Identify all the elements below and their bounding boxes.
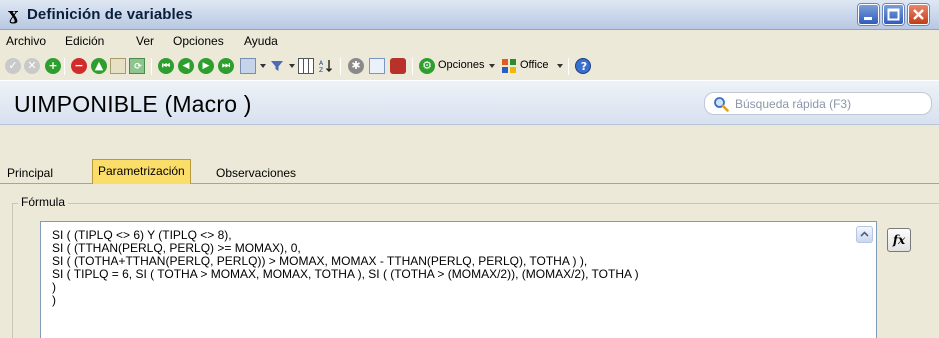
filter-icon[interactable]: [269, 58, 285, 74]
tab-principal[interactable]: Principal: [2, 162, 58, 184]
sort-icon[interactable]: AZ: [318, 58, 334, 74]
search-records-icon[interactable]: [240, 58, 256, 74]
options-icon[interactable]: ⚙: [419, 58, 435, 74]
tab-label: Parametrización: [98, 164, 185, 178]
minimize-button[interactable]: [858, 4, 879, 25]
delete-icon[interactable]: −: [71, 58, 87, 74]
search-placeholder: Búsqueda rápida (F3): [735, 97, 852, 111]
tab-bar: Principal Parametrización Observaciones: [0, 158, 939, 184]
columns-icon[interactable]: [298, 58, 314, 74]
svg-text:Z: Z: [319, 67, 323, 74]
toolbar-separator: [64, 58, 65, 75]
accept-icon[interactable]: ✓: [5, 58, 21, 74]
help-icon[interactable]: ?: [575, 58, 591, 74]
formula-legend: Fórmula: [18, 195, 69, 209]
chevron-down-icon[interactable]: [260, 64, 266, 68]
toolbar-separator: [568, 58, 569, 75]
tools-icon[interactable]: ✱: [348, 58, 364, 74]
preview-icon[interactable]: [369, 58, 385, 74]
menu-opciones[interactable]: Opciones: [173, 34, 224, 48]
formula-editor[interactable]: SI ( (TIPLQ <> 6) Y (TIPLQ <> 8), SI ( (…: [40, 221, 877, 338]
maximize-icon: [887, 8, 900, 21]
window-title: Definición de variables: [27, 6, 193, 23]
refresh-icon[interactable]: ⟳: [129, 58, 145, 74]
variable-icon: ɣ: [8, 5, 19, 25]
up-icon[interactable]: ▲: [91, 58, 107, 74]
chevron-down-icon[interactable]: [489, 64, 495, 68]
cancel-icon[interactable]: ✕: [24, 58, 40, 74]
toolbar-separator: [412, 58, 413, 75]
menu-archivo[interactable]: Archivo: [6, 34, 46, 48]
print-icon[interactable]: [390, 58, 406, 74]
toolbar: ✓ ✕ + − ▲ ⟳ ⏮ ◀ ▶ ⏭ AZ ✱ ⚙ Opciones Offi…: [0, 50, 939, 80]
next-icon[interactable]: ▶: [198, 58, 214, 74]
chevron-up-icon: [860, 231, 869, 237]
first-icon[interactable]: ⏮: [158, 58, 174, 74]
tab-label: Principal: [7, 166, 54, 180]
formula-function-button[interactable]: fx: [887, 228, 911, 252]
menu-ayuda[interactable]: Ayuda: [244, 34, 278, 48]
scroll-up-button[interactable]: [856, 226, 873, 243]
title-bar: ɣ Definición de variables: [0, 0, 939, 30]
notes-icon[interactable]: [110, 58, 126, 74]
close-button[interactable]: [908, 4, 929, 25]
tab-label: Observaciones: [216, 166, 297, 180]
minimize-icon: [864, 17, 872, 20]
tab-parametrizacion[interactable]: Parametrización: [92, 159, 191, 184]
maximize-button[interactable]: [883, 4, 904, 25]
toolbar-separator: [151, 58, 152, 75]
menu-ver[interactable]: Ver: [136, 34, 154, 48]
opciones-button[interactable]: Opciones: [438, 59, 484, 71]
menu-bar: Archivo Edición Ver Opciones Ayuda: [0, 30, 939, 50]
menu-edicion[interactable]: Edición: [65, 34, 104, 48]
office-icon[interactable]: [501, 58, 517, 74]
formula-line: ): [52, 293, 56, 307]
formula-line: SI ( TIPLQ = 6, SI ( TOTHA > MOMAX, MOMA…: [52, 267, 639, 281]
header-band: UIMPONIBLE (Macro ) Búsqueda rápida (F3): [0, 80, 939, 125]
quick-search-input[interactable]: Búsqueda rápida (F3): [704, 92, 932, 115]
office-button[interactable]: Office: [520, 59, 549, 71]
add-icon[interactable]: +: [45, 58, 61, 74]
page-title: UIMPONIBLE (Macro ): [14, 91, 252, 117]
previous-icon[interactable]: ◀: [178, 58, 194, 74]
svg-text:A: A: [319, 60, 324, 67]
close-icon: [913, 9, 924, 20]
toolbar-separator: [340, 58, 341, 75]
last-icon[interactable]: ⏭: [218, 58, 234, 74]
search-icon: [714, 97, 729, 112]
tab-observaciones[interactable]: Observaciones: [211, 162, 301, 184]
chevron-down-icon[interactable]: [557, 64, 563, 68]
chevron-down-icon[interactable]: [289, 64, 295, 68]
